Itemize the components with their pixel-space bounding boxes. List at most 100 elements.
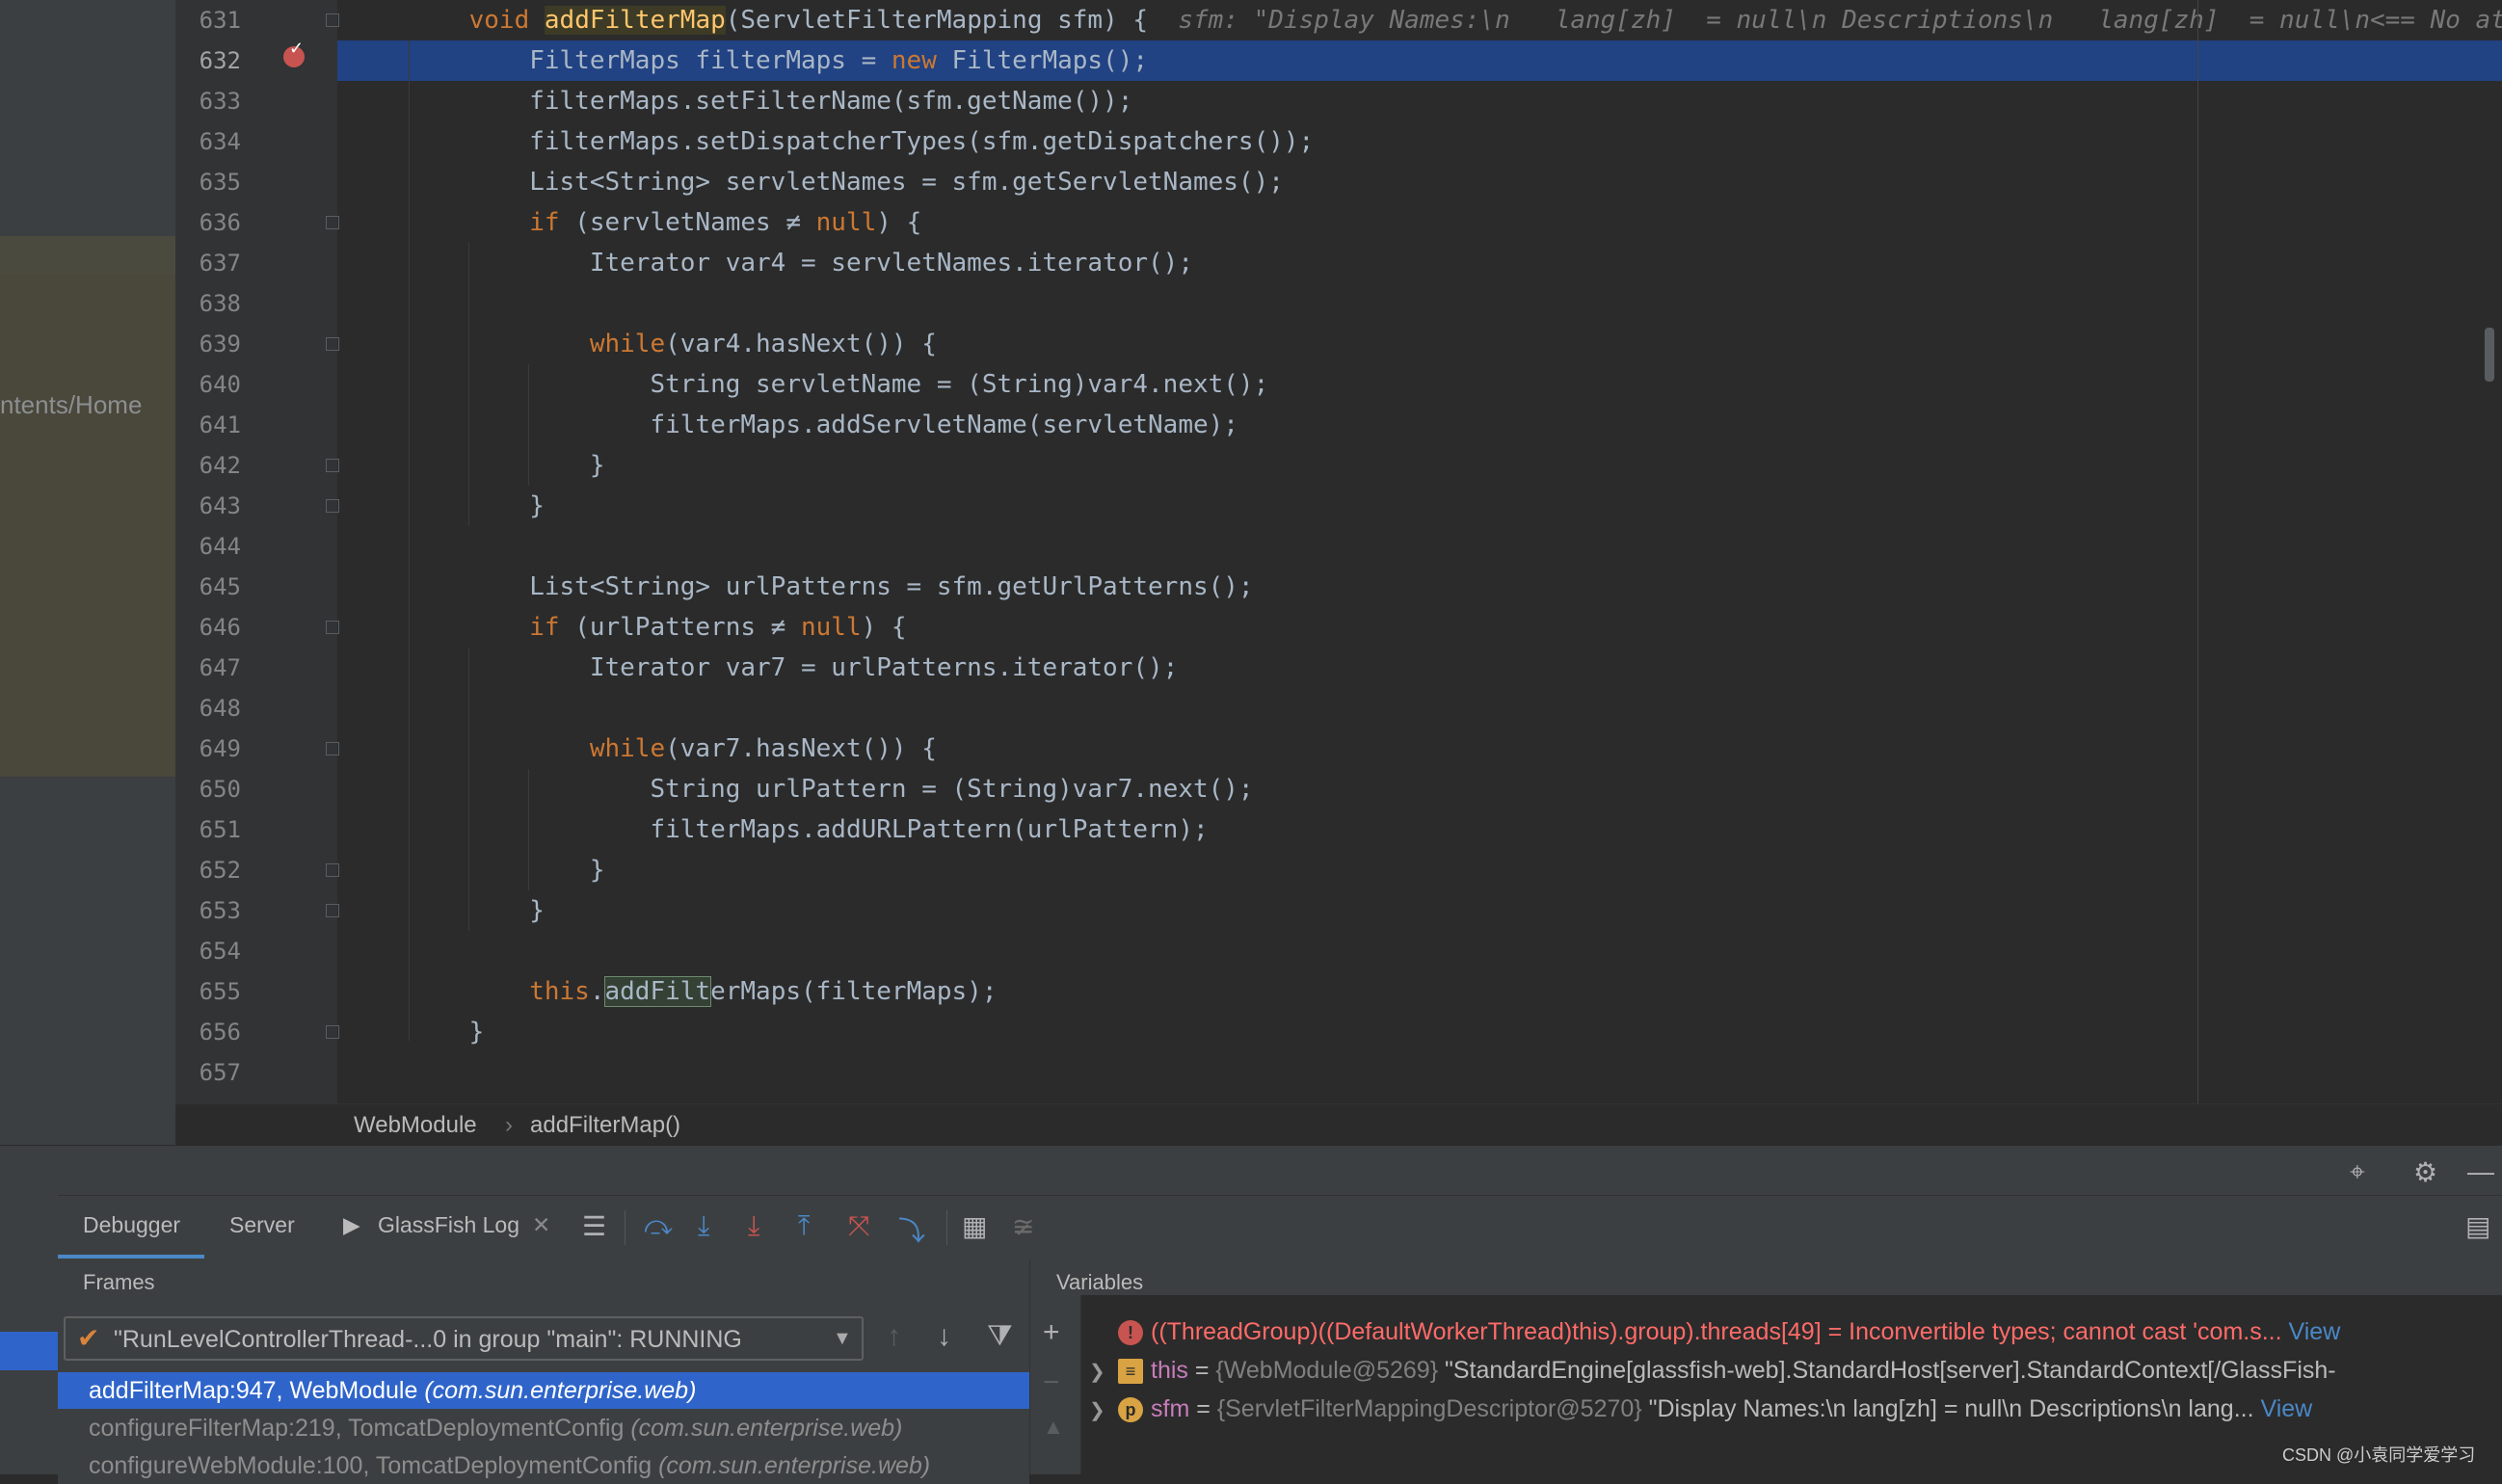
- tab-server[interactable]: Server: [229, 1212, 295, 1238]
- variable-row-sfm[interactable]: ❯ p sfm = {ServletFilterMappingDescriptor@…: [1089, 1390, 2312, 1428]
- code-line[interactable]: filterMaps.setDispatcherTypes(sfm.getDis…: [409, 121, 1314, 162]
- move-up-icon[interactable]: ▲: [1043, 1415, 1064, 1440]
- close-tab-icon[interactable]: ✕: [532, 1212, 550, 1238]
- restore-layout-icon[interactable]: ▤: [2465, 1210, 2490, 1242]
- frame-item-configureWebModule[interactable]: configureWebModule:100, TomcatDeployment…: [58, 1447, 1029, 1484]
- force-step-into-icon[interactable]: ⤓: [748, 1210, 759, 1242]
- code-token: this: [409, 977, 590, 1006]
- filter-icon[interactable]: ⧩: [987, 1320, 1013, 1353]
- code-line[interactable]: List<String> urlPatterns = sfm.getUrlPat…: [409, 567, 1253, 607]
- code-line[interactable]: String servletName = (String)var4.next()…: [409, 364, 1268, 405]
- right-margin-guide: [2197, 0, 2198, 1103]
- breadcrumb-class[interactable]: WebModule: [354, 1104, 477, 1146]
- gear-icon[interactable]: ⚙: [2413, 1156, 2437, 1188]
- step-over-icon[interactable]: ⤼: [644, 1210, 673, 1242]
- frame-name: configureWebModule:100, TomcatDeployment…: [89, 1452, 659, 1479]
- drop-frame-icon[interactable]: ⤧: [848, 1210, 869, 1242]
- code-line[interactable]: List<String> servletNames = sfm.getServl…: [409, 162, 1284, 202]
- project-tree-path[interactable]: ntents/Home: [0, 390, 142, 420]
- layout-icon[interactable]: ☰: [582, 1210, 606, 1242]
- line-number: 631: [199, 7, 241, 34]
- line-number: 650: [199, 776, 241, 803]
- code-token: }: [409, 856, 605, 885]
- code-token: (servletNames ≠: [574, 208, 816, 237]
- frame-name: addFilterMap:947, WebModule: [89, 1377, 425, 1404]
- fold-icon[interactable]: [326, 459, 339, 472]
- breadcrumb-method[interactable]: addFilterMap(): [530, 1104, 680, 1146]
- run-to-cursor-icon[interactable]: ⤵: [898, 1210, 925, 1249]
- code-line[interactable]: String urlPattern = (String)var7.next();: [409, 769, 1253, 809]
- code-line[interactable]: Iterator var4 = servletNames.iterator();: [409, 243, 1193, 283]
- minimize-icon[interactable]: —: [2467, 1156, 2494, 1187]
- fold-icon[interactable]: [326, 863, 339, 877]
- code-line[interactable]: if (urlPatterns ≠ null) {: [409, 607, 906, 648]
- code-token: erMaps(filterMaps);: [710, 977, 998, 1006]
- line-number: 643: [199, 492, 241, 519]
- fold-icon[interactable]: [326, 13, 339, 27]
- code-line[interactable]: void addFilterMap(ServletFilterMapping s…: [409, 0, 2502, 40]
- code-line[interactable]: this.addFilterMaps(filterMaps);: [409, 971, 998, 1012]
- fold-icon[interactable]: [326, 216, 339, 229]
- code-line[interactable]: }: [409, 486, 545, 526]
- scrollbar-thumb[interactable]: [2485, 328, 2494, 382]
- frame-item-addFilterMap[interactable]: addFilterMap:947, WebModule (com.sun.ent…: [58, 1372, 1029, 1409]
- add-watch-icon[interactable]: +: [1043, 1316, 1060, 1349]
- step-into-icon[interactable]: ⤓: [698, 1210, 709, 1242]
- code-line[interactable]: }: [409, 850, 605, 890]
- indent-guide: [468, 648, 469, 931]
- breadcrumb: WebModule › addFilterMap(): [175, 1103, 2502, 1146]
- variable-id: {ServletFilterMappingDescriptor@5270}: [1216, 1395, 1649, 1422]
- expand-icon[interactable]: ❯: [1089, 1353, 1118, 1391]
- fold-icon[interactable]: [326, 499, 339, 513]
- code-token: (var4.hasNext()) {: [665, 330, 937, 358]
- fold-icon[interactable]: [326, 1025, 339, 1039]
- line-number: 652: [199, 857, 241, 884]
- code-line[interactable]: while(var7.hasNext()) {: [409, 729, 937, 769]
- fold-icon[interactable]: [326, 742, 339, 755]
- evaluate-expression-icon[interactable]: ▦: [962, 1210, 987, 1242]
- view-link[interactable]: View: [2289, 1318, 2341, 1345]
- fold-icon[interactable]: [326, 337, 339, 351]
- variable-id: {WebModule@5269}: [1215, 1357, 1445, 1384]
- line-number: 655: [199, 978, 241, 1005]
- variable-name: this: [1151, 1357, 1188, 1384]
- code-token: filterMaps.setFilterName(sfm.getName());: [409, 87, 1133, 116]
- arrow-down-icon[interactable]: ↓: [937, 1320, 951, 1353]
- line-number: 634: [199, 128, 241, 155]
- arrow-up-icon[interactable]: ↑: [887, 1320, 901, 1353]
- line-number: 633: [199, 88, 241, 115]
- expand-icon[interactable]: ❯: [1089, 1391, 1118, 1430]
- line-number: 648: [199, 695, 241, 722]
- remove-watch-icon[interactable]: −: [1043, 1366, 1060, 1399]
- frame-item-configureFilterMap[interactable]: configureFilterMap:219, TomcatDeployment…: [58, 1410, 1029, 1446]
- code-line[interactable]: while(var4.hasNext()) {: [409, 324, 937, 364]
- code-line[interactable]: filterMaps.setFilterName(sfm.getName());: [409, 81, 1132, 121]
- code-line[interactable]: }: [409, 445, 605, 486]
- project-panel-selection: [0, 236, 175, 275]
- chevron-down-icon[interactable]: ▼: [833, 1328, 852, 1350]
- code-token: new: [891, 46, 952, 75]
- trace-icon[interactable]: ≆: [1012, 1210, 1034, 1242]
- code-line[interactable]: filterMaps.addServletName(servletName);: [409, 405, 1238, 445]
- line-number: 637: [199, 250, 241, 277]
- variable-row-this[interactable]: ❯ ≡ this = {WebModule@5269} "StandardEngin…: [1089, 1351, 2336, 1390]
- side-strip-selection: [0, 1332, 58, 1370]
- fold-icon[interactable]: [326, 904, 339, 917]
- step-out-icon[interactable]: ⤒: [798, 1210, 810, 1242]
- code-token: addFilt: [603, 976, 712, 1007]
- fold-icon[interactable]: [326, 621, 339, 634]
- variable-row-error[interactable]: ! ((ThreadGroup)((DefaultWorkerThread)thi…: [1089, 1312, 2340, 1351]
- code-line[interactable]: Iterator var7 = urlPatterns.iterator();: [409, 648, 1179, 688]
- variables-header: [1030, 1259, 2502, 1295]
- view-link[interactable]: View: [2261, 1395, 2313, 1422]
- error-message: Inconvertible types; cannot cast 'com.s.…: [1849, 1318, 2282, 1345]
- tab-glassfish-log[interactable]: GlassFish Log: [378, 1212, 519, 1238]
- locate-icon[interactable]: ⌖: [2350, 1156, 2365, 1188]
- code-line[interactable]: FilterMaps filterMaps = new FilterMaps()…: [409, 40, 1148, 81]
- code-line[interactable]: }: [409, 890, 545, 931]
- code-line[interactable]: }: [409, 1012, 485, 1052]
- code-token: addFilterMap: [544, 6, 726, 35]
- tab-debugger[interactable]: Debugger: [83, 1212, 180, 1238]
- code-line[interactable]: if (servletNames ≠ null) {: [409, 202, 921, 243]
